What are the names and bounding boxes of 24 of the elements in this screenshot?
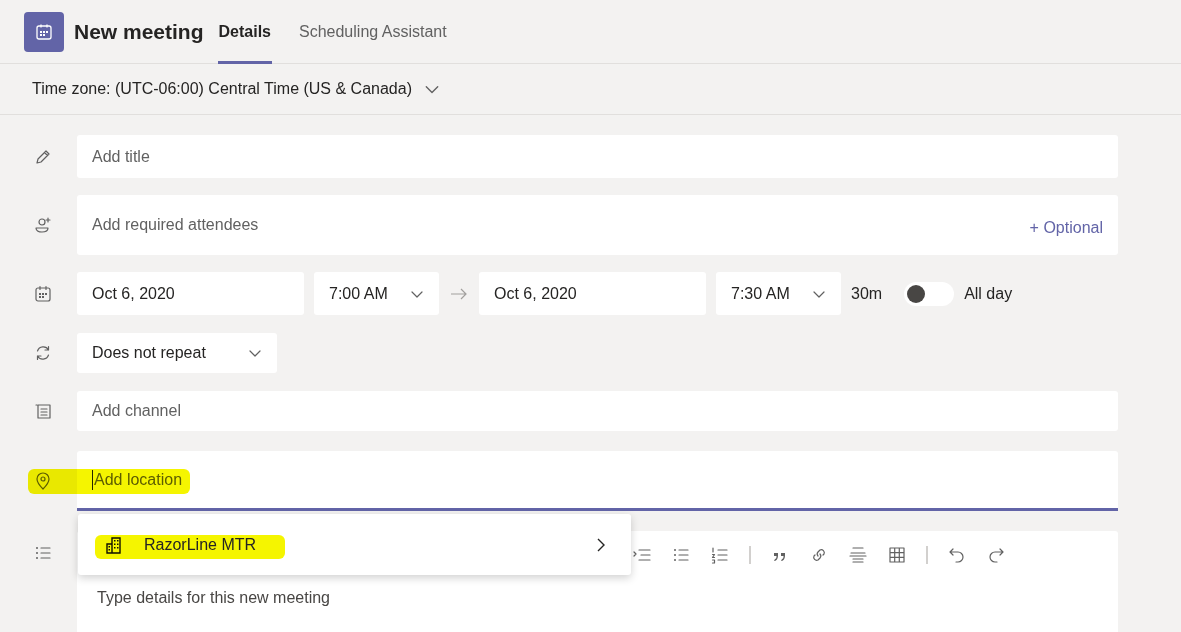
- optional-link[interactable]: + Optional: [1029, 219, 1103, 237]
- end-time-dropdown[interactable]: 7:30 AM: [716, 272, 841, 315]
- title-field[interactable]: Add title: [77, 135, 1118, 178]
- tab[interactable]: Scheduling Assistant: [298, 0, 448, 64]
- meeting-title: New meeting: [74, 19, 204, 44]
- calendar-icon: [24, 11, 64, 52]
- timezone-dropdown[interactable]: Time zone: (UTC-06:00) Central Time (US & Canada): [32, 80, 440, 98]
- all-day-toggle[interactable]: [904, 281, 955, 306]
- chevron-right-icon: [595, 536, 607, 553]
- start-time-dropdown[interactable]: 7:00 AM: [314, 272, 439, 315]
- attendees-field[interactable]: Add required attendees + Optional: [77, 195, 1118, 255]
- location-suggestion[interactable]: RazorLine MTR: [78, 514, 631, 575]
- repeat-dropdown[interactable]: Does not repeat: [77, 333, 277, 373]
- all-day-label: All day: [964, 284, 1013, 303]
- details-placeholder[interactable]: Type details for this new meeting: [97, 589, 1118, 607]
- location-field[interactable]: Add location: [77, 451, 1118, 511]
- channel-field[interactable]: Add channel: [77, 391, 1118, 431]
- duration-label: 30m: [851, 284, 883, 303]
- tab[interactable]: Details: [217, 0, 272, 64]
- end-date-field[interactable]: Oct 6, 2020: [479, 272, 706, 315]
- table-icon[interactable]: [887, 545, 907, 565]
- arrow-right-icon: [449, 286, 469, 301]
- numbered-list-icon[interactable]: [710, 545, 730, 565]
- start-date-field[interactable]: Oct 6, 2020: [77, 272, 304, 315]
